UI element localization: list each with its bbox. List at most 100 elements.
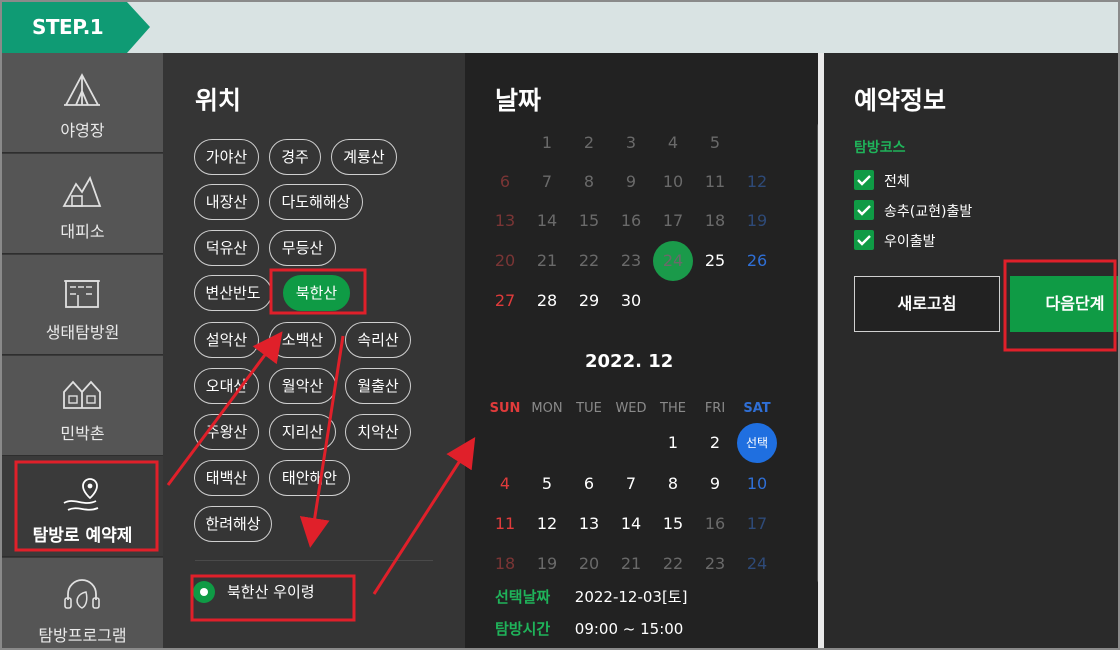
chip-juwangsan[interactable]: 주왕산 [194, 414, 259, 450]
weekday-label: MON [531, 401, 563, 416]
chip-songnisan[interactable]: 속리산 [345, 322, 411, 358]
calendar-day[interactable]: 22 [569, 241, 609, 281]
checkbox-all-label[interactable]: 전체 [884, 171, 910, 191]
chip-dadohae[interactable]: 다도해해상 [269, 184, 363, 220]
checkbox-songchu[interactable] [854, 200, 874, 220]
chip-woraksan[interactable]: 월악산 [269, 368, 336, 404]
chip-gyeryongsan[interactable]: 계룡산 [331, 139, 397, 175]
chip-gyeongju[interactable]: 경주 [269, 139, 321, 175]
calendar-day[interactable]: 10 [653, 162, 693, 202]
chip-sobaeksan[interactable]: 소백산 [269, 322, 336, 358]
calendar-day[interactable]: 1 [653, 423, 693, 463]
calendar-day[interactable]: 26 [737, 241, 777, 281]
course-radio[interactable] [193, 581, 215, 603]
calendar-day[interactable]: 1 [527, 123, 567, 163]
calendar-day[interactable]: 8 [569, 162, 609, 202]
calendar-day[interactable]: 13 [569, 504, 609, 544]
calendar-day[interactable]: 8 [653, 464, 693, 504]
reservation-panel: 예약정보 탐방코스 전체 송추(교현)출발 우이출발 새로고침 다음단계 [824, 53, 1118, 648]
weekday-label: THE [660, 401, 686, 416]
chip-byeonsan[interactable]: 변산반도 [194, 275, 272, 311]
checkbox-songchu-label[interactable]: 송추(교현)출발 [884, 201, 972, 221]
chip-gayasan[interactable]: 가야산 [194, 139, 259, 175]
calendar-day[interactable]: 23 [611, 241, 651, 281]
nav-label: 탐방프로그램 [38, 626, 127, 645]
calendar-day[interactable]: 13 [485, 201, 525, 241]
nav-item-eco-center[interactable]: 생태탐방원 [2, 255, 163, 355]
weekday-label: SUN [489, 401, 521, 416]
chip-jirisan[interactable]: 지리산 [269, 414, 336, 450]
calendar-day[interactable]: 19 [527, 544, 567, 584]
nav-item-guesthouse[interactable]: 민박촌 [2, 356, 163, 456]
calendar-day[interactable]: 11 [695, 162, 735, 202]
chip-hallyeo[interactable]: 한려해상 [194, 506, 272, 542]
trail-pin-icon [63, 478, 99, 511]
calendar-day[interactable]: 선택 [737, 423, 777, 463]
chip-deogyusan[interactable]: 덕유산 [194, 230, 259, 266]
nav-item-shelter[interactable]: 대피소 [2, 154, 163, 254]
calendar-day[interactable]: 11 [485, 504, 525, 544]
calendar-day[interactable]: 24 [653, 241, 693, 281]
chip-chiaksan[interactable]: 치악산 [345, 414, 411, 450]
calendar-day[interactable]: 15 [569, 201, 609, 241]
chip-bukhansan[interactable]: 북한산 [283, 275, 350, 311]
calendar-day[interactable]: 28 [527, 281, 567, 321]
chip-seoraksan[interactable]: 설악산 [194, 322, 259, 358]
tent-icon [64, 73, 100, 106]
calendar-day[interactable]: 6 [569, 464, 609, 504]
calendar-day[interactable]: 25 [695, 241, 735, 281]
calendar-day[interactable]: 12 [737, 162, 777, 202]
houses-icon [63, 380, 101, 409]
calendar-day[interactable]: 19 [737, 201, 777, 241]
calendar-day[interactable]: 24 [737, 544, 777, 584]
calendar-day[interactable]: 18 [695, 201, 735, 241]
checkbox-ui[interactable] [854, 230, 874, 250]
reset-button[interactable]: 새로고침 [854, 276, 1000, 332]
calendar-day[interactable]: 16 [695, 504, 735, 544]
next-step-button[interactable]: 다음단계 [1010, 276, 1118, 332]
calendar-day[interactable]: 17 [737, 504, 777, 544]
calendar-day[interactable]: 30 [611, 281, 651, 321]
calendar-day[interactable]: 2 [695, 423, 735, 463]
calendar-day[interactable]: 5 [695, 123, 735, 163]
calendar-day[interactable]: 9 [611, 162, 651, 202]
calendar-day[interactable]: 22 [653, 544, 693, 584]
calendar-day[interactable]: 12 [527, 504, 567, 544]
weekday-label: WED [615, 401, 647, 416]
calendar-day[interactable]: 23 [695, 544, 735, 584]
nav-item-program[interactable]: 탐방프로그램 [2, 558, 163, 648]
calendar-day[interactable]: 2 [569, 123, 609, 163]
calendar-day[interactable]: 16 [611, 201, 651, 241]
calendar-day[interactable]: 14 [527, 201, 567, 241]
chip-odaesan[interactable]: 오대산 [194, 368, 259, 404]
calendar-day[interactable]: 20 [569, 544, 609, 584]
checkbox-ui-label[interactable]: 우이출발 [884, 231, 936, 251]
calendar-day[interactable]: 3 [611, 123, 651, 163]
chip-taean[interactable]: 태안해안 [269, 460, 350, 496]
calendar-day[interactable]: 21 [611, 544, 651, 584]
calendar-day[interactable]: 7 [611, 464, 651, 504]
chip-wolchulsan[interactable]: 월출산 [345, 368, 411, 404]
nav-item-campground[interactable]: 야영장 [2, 53, 163, 153]
calendar-day[interactable]: 15 [653, 504, 693, 544]
chip-mudeungsan[interactable]: 무등산 [269, 230, 336, 266]
nav-item-trail-reservation[interactable]: 탐방로 예약제 [2, 457, 163, 557]
calendar-day[interactable]: 14 [611, 504, 651, 544]
calendar-day[interactable]: 29 [569, 281, 609, 321]
calendar-day[interactable]: 27 [485, 281, 525, 321]
calendar-day[interactable]: 18 [485, 544, 525, 584]
chip-taebaeksan[interactable]: 태백산 [194, 460, 259, 496]
calendar-day[interactable]: 7 [527, 162, 567, 202]
chip-naejangsan[interactable]: 내장산 [194, 184, 259, 220]
calendar-day[interactable]: 17 [653, 201, 693, 241]
calendar-day[interactable]: 4 [653, 123, 693, 163]
calendar-day[interactable]: 10 [737, 464, 777, 504]
calendar-day[interactable]: 6 [485, 162, 525, 202]
calendar-day[interactable]: 21 [527, 241, 567, 281]
checkbox-all[interactable] [854, 170, 874, 190]
calendar-day[interactable]: 20 [485, 241, 525, 281]
calendar-day[interactable]: 5 [527, 464, 567, 504]
calendar-day[interactable]: 9 [695, 464, 735, 504]
course-option-label[interactable]: 북한산 우이령 [227, 581, 315, 602]
calendar-day[interactable]: 4 [485, 464, 525, 504]
